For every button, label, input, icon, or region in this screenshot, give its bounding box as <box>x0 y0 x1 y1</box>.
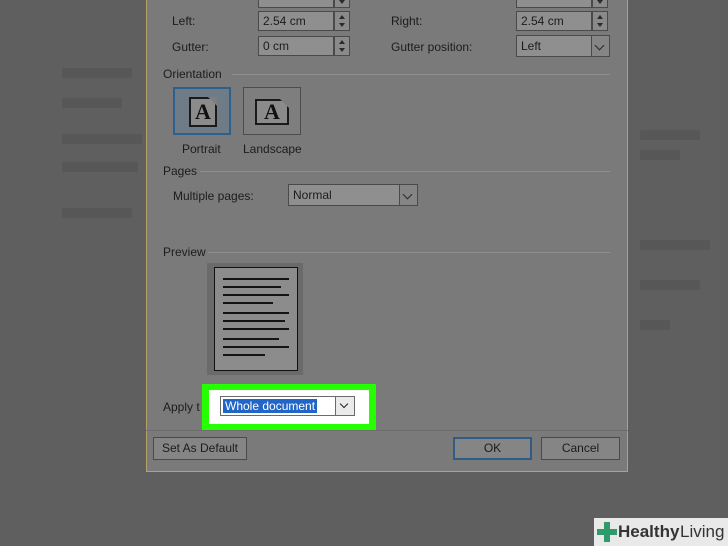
preview-divider <box>208 252 610 253</box>
gutter-spinner[interactable] <box>334 36 350 56</box>
top-margin-spinner[interactable] <box>334 0 350 8</box>
right-margin-field[interactable]: 2.54 cm <box>516 11 592 31</box>
left-margin-spinner[interactable] <box>334 11 350 31</box>
gutter-position-label: Gutter position: <box>391 40 473 54</box>
bottom-margin-spinner[interactable] <box>592 0 608 8</box>
apply-to-value: Whole document <box>223 399 318 413</box>
ok-button[interactable]: OK <box>453 437 532 460</box>
landscape-button[interactable]: A <box>243 87 301 135</box>
multiple-pages-select[interactable]: Normal <box>288 184 418 206</box>
portrait-button[interactable]: A <box>173 87 231 135</box>
gutter-position-value: Left <box>521 39 542 53</box>
chevron-down-icon[interactable] <box>399 185 417 205</box>
brand-name-part2: Living <box>680 522 725 541</box>
left-margin-field[interactable]: 2.54 cm <box>258 11 334 31</box>
plus-logo-icon <box>597 522 617 542</box>
left-margin-label: Left: <box>172 14 196 28</box>
orientation-divider <box>232 74 610 75</box>
portrait-label[interactable]: Portrait <box>182 142 221 156</box>
orientation-section-label: Orientation <box>163 67 222 81</box>
gutter-field[interactable]: 0 cm <box>258 36 334 56</box>
footer-divider <box>146 430 628 431</box>
apply-to-label: Apply t <box>163 400 200 414</box>
pages-divider <box>200 171 610 172</box>
pages-section-label: Pages <box>163 164 198 178</box>
right-margin-spinner[interactable] <box>592 11 608 31</box>
brand-name-part1: Healthy <box>618 522 680 541</box>
landscape-page-icon: A <box>255 99 289 125</box>
gutter-label: Gutter: <box>172 40 209 54</box>
preview-page <box>214 267 298 371</box>
multiple-pages-label: Multiple pages: <box>173 189 254 203</box>
gutter-position-select[interactable]: Left <box>516 35 610 57</box>
top-margin-field[interactable] <box>258 0 334 8</box>
set-as-default-button[interactable]: Set As Default <box>153 437 247 460</box>
right-margin-label: Right: <box>391 14 423 28</box>
bottom-margin-field[interactable] <box>516 0 592 8</box>
brand-watermark: Healthy Living <box>594 518 728 546</box>
apply-to-select[interactable]: Whole document <box>220 396 355 416</box>
landscape-label[interactable]: Landscape <box>243 142 302 156</box>
preview-section-label: Preview <box>163 245 206 259</box>
chevron-down-icon[interactable] <box>591 36 609 56</box>
multiple-pages-value: Normal <box>293 188 332 202</box>
chevron-down-icon[interactable] <box>335 397 354 415</box>
cancel-button[interactable]: Cancel <box>541 437 620 460</box>
portrait-page-icon: A <box>189 97 217 127</box>
